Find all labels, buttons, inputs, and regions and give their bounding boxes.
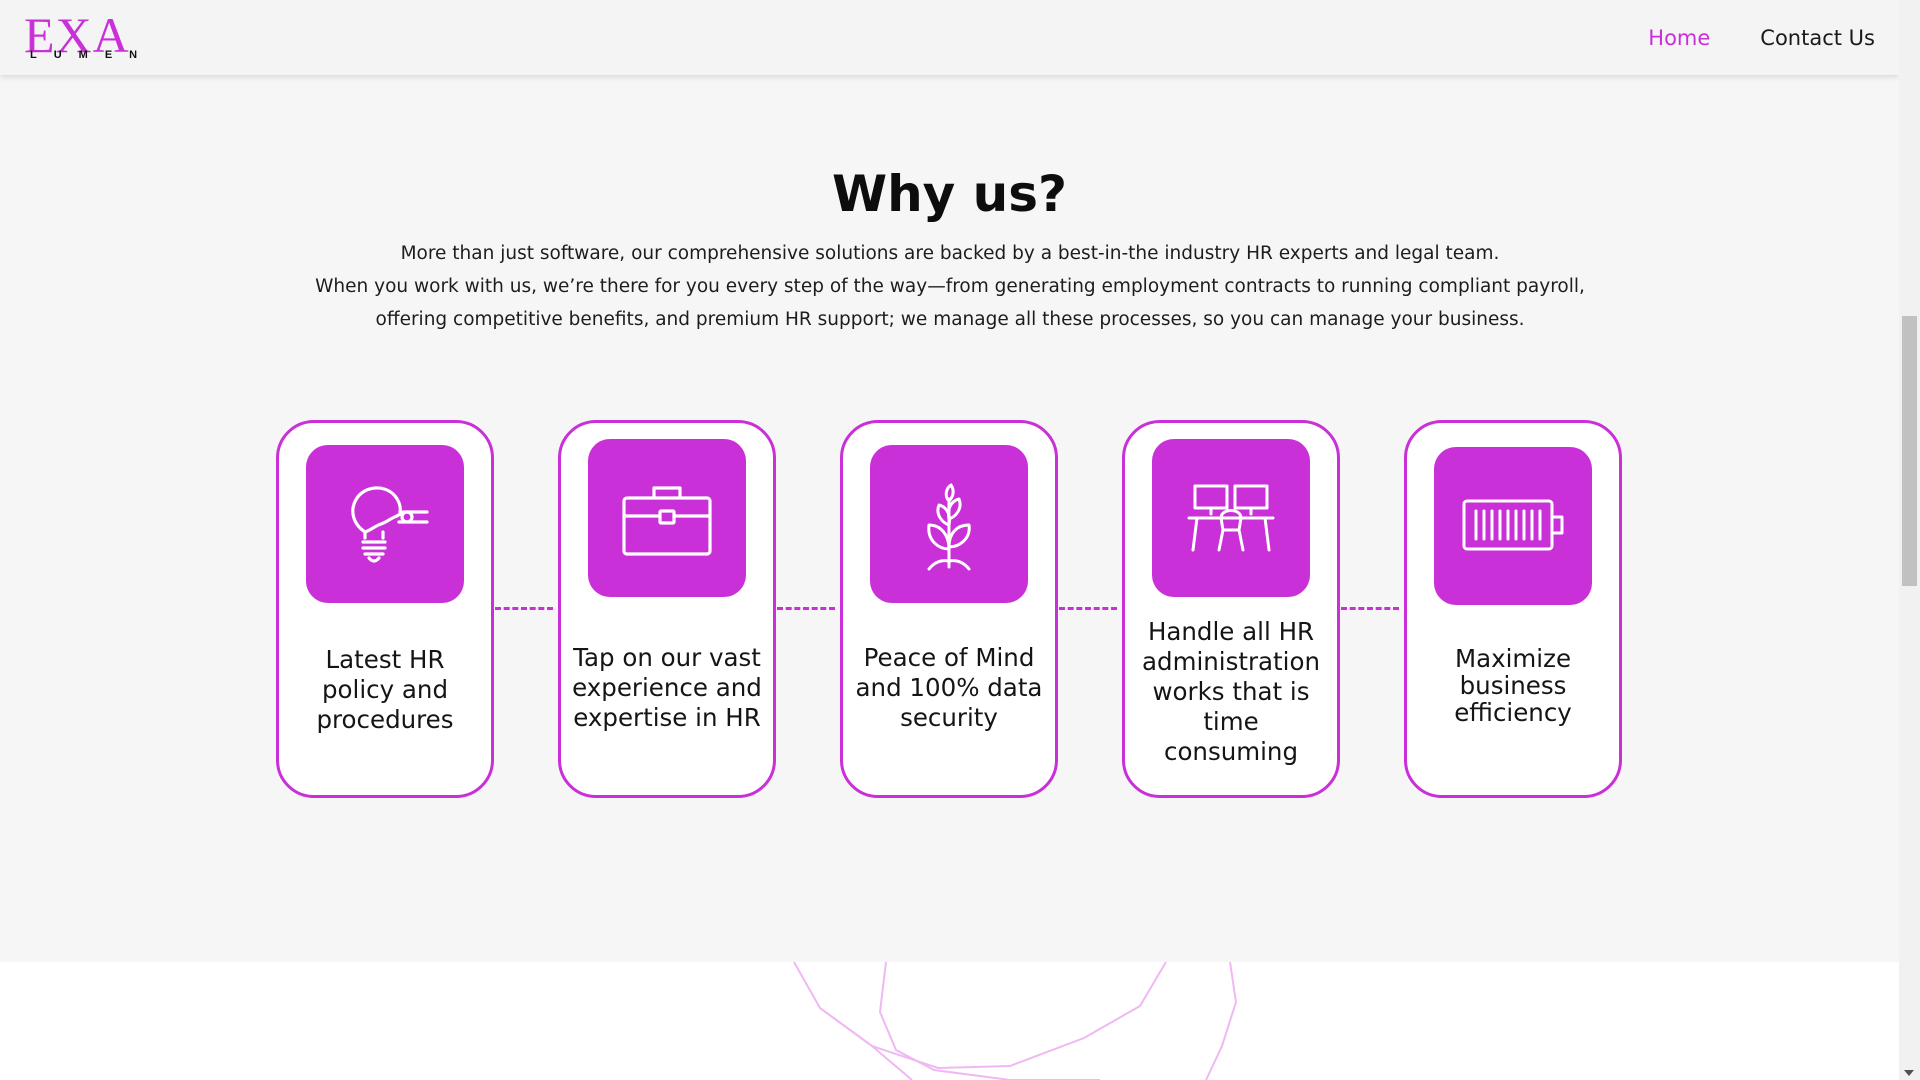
feature-icon-tile [870,445,1028,603]
feature-card: Maximize business efficiency [1404,420,1622,798]
feature-card-label: Handle all HR administration works that … [1142,617,1320,766]
feature-card: Handle all HR administration works that … [1122,420,1340,798]
feature-icon-tile [1434,447,1592,605]
main-nav: Home Contact Us [1598,0,1875,75]
scrollbar-thumb[interactable] [1902,316,1917,586]
top-navigation-bar: EXA LUMEN Home Contact Us [0,0,1899,75]
feature-cards: Latest HR policy and procedures Tap on o… [0,75,1899,962]
feature-card-label: Latest HR policy and procedures [316,645,454,734]
next-section [0,962,1899,1080]
card-connector [1341,607,1399,610]
feature-card-label: Peace of Mind and 100% data security [855,643,1043,732]
feature-card: Tap on our vast experience and expertise… [558,420,776,798]
card-connector [1059,607,1117,610]
logo-subtext: LUMEN [30,49,155,61]
feature-card-label: Maximize business efficiency [1454,644,1572,727]
feature-card: Peace of Mind and 100% data security [840,420,1058,798]
card-connector [495,607,553,610]
vertical-scrollbar[interactable] [1899,0,1920,1080]
logo[interactable]: EXA LUMEN [24,10,137,64]
page: EXA LUMEN Home Contact Us Why us? More t… [0,0,1899,1080]
scroll-down-arrow-icon[interactable] [1904,1070,1914,1076]
nav-home-link[interactable]: Home [1648,26,1710,50]
decorative-polygon-lines [793,962,1238,1080]
feature-icon-tile [1152,439,1310,597]
feature-icon-tile [588,439,746,597]
plant-icon [927,483,971,571]
feature-card: Latest HR policy and procedures [276,420,494,798]
briefcase-icon [622,486,712,556]
battery-icon [1462,499,1564,551]
feature-icon-tile [306,445,464,603]
nav-contact-link[interactable]: Contact Us [1760,26,1875,50]
card-connector [777,607,835,610]
why-us-section: Why us? More than just software, our com… [0,75,1899,962]
workstations-icon [1187,484,1275,552]
lightbulb-icon [351,486,429,563]
feature-card-label: Tap on our vast experience and expertise… [572,643,762,732]
